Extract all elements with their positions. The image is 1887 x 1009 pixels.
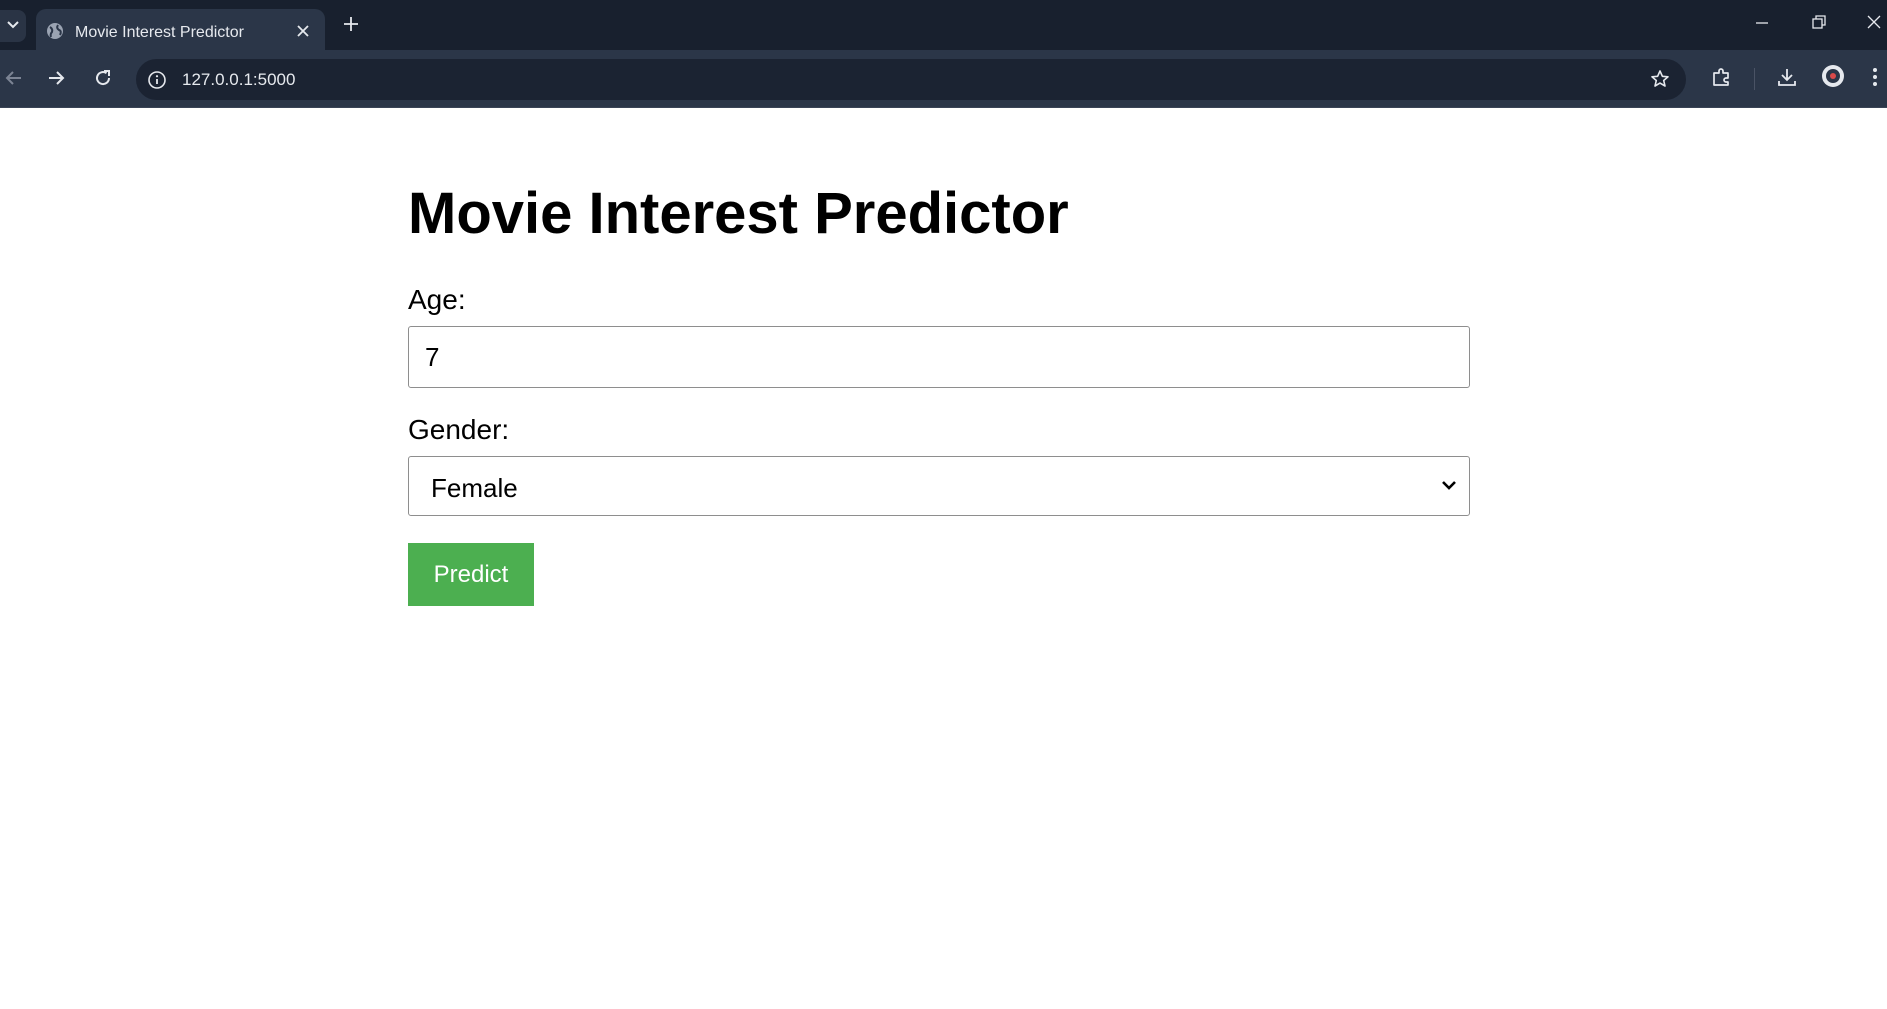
site-info-icon[interactable] [147, 70, 167, 90]
url-text[interactable]: 127.0.0.1:5000 [182, 70, 295, 90]
minimize-icon[interactable] [1754, 14, 1770, 30]
restore-icon[interactable] [1811, 14, 1827, 30]
extensions-puzzle-icon[interactable] [1711, 66, 1733, 88]
page-title: Movie Interest Predictor [408, 181, 1069, 246]
tab-search-button[interactable] [0, 10, 26, 42]
profile-avatar-icon[interactable] [1820, 63, 1846, 89]
gender-label: Gender: [408, 414, 510, 445]
age-input[interactable] [408, 326, 1470, 388]
reload-icon[interactable] [93, 68, 113, 88]
tab-title: Movie Interest Predictor [75, 24, 244, 41]
toolbar-divider [1754, 68, 1755, 90]
browser-tab-bar: Movie Interest Predictor [0, 0, 1887, 50]
gender-selected-value: Female [431, 473, 518, 503]
globe-icon [47, 23, 63, 39]
download-icon[interactable] [1776, 66, 1798, 88]
browser-toolbar: 127.0.0.1:5000 [0, 50, 1887, 108]
new-tab-icon[interactable] [342, 15, 360, 33]
chevron-down-icon [1442, 481, 1456, 490]
age-label: Age: [408, 284, 466, 315]
close-icon[interactable] [296, 24, 310, 38]
gender-select[interactable]: Female [408, 456, 1470, 516]
window-close-icon[interactable] [1866, 14, 1882, 30]
predict-button[interactable]: Predict [408, 543, 534, 606]
back-arrow-icon[interactable] [4, 68, 24, 88]
address-bar[interactable]: 127.0.0.1:5000 [136, 59, 1686, 100]
chevron-down-icon [7, 21, 19, 29]
bookmark-star-icon[interactable] [1650, 69, 1670, 89]
more-menu-icon[interactable] [1871, 66, 1879, 88]
forward-arrow-icon[interactable] [46, 68, 66, 88]
browser-tab[interactable]: Movie Interest Predictor [36, 9, 325, 50]
